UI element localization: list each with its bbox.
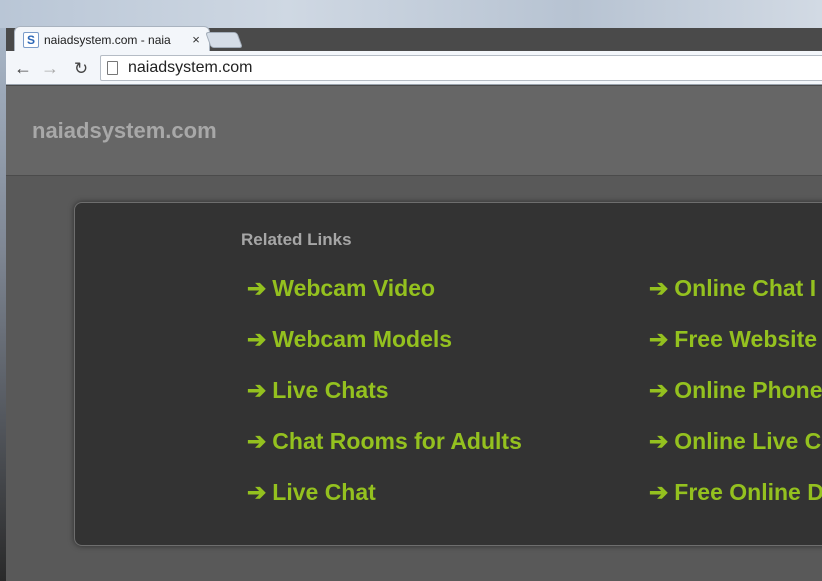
related-link-label[interactable]: Free Website [674, 326, 817, 353]
related-link[interactable]: ➔ Live Chat [247, 479, 522, 530]
new-tab-button[interactable] [205, 32, 243, 48]
related-link-label[interactable]: Live Chat [272, 479, 376, 506]
related-link-label[interactable]: Online Phone [674, 377, 822, 404]
related-link[interactable]: ➔ Free Online D [649, 479, 822, 530]
related-link[interactable]: ➔ Online Live C [649, 428, 822, 479]
site-favicon-icon: S [23, 31, 39, 48]
arrow-right-icon: ➔ [247, 479, 267, 505]
related-link-label[interactable]: Online Live C [674, 428, 821, 455]
arrow-right-icon: ➔ [247, 428, 267, 454]
related-link-label[interactable]: Webcam Models [272, 326, 452, 353]
related-links-title: Related Links [241, 230, 352, 249]
browser-tab[interactable]: S naiadsystem.com - naia × [14, 26, 210, 52]
site-header: naiadsystem.com [6, 86, 822, 176]
related-link[interactable]: ➔ Live Chats [247, 377, 522, 428]
related-links-panel: Related Links ➔ Webcam Video ➔ Webcam Mo… [74, 202, 822, 546]
related-link[interactable]: ➔ Online Chat I [649, 275, 822, 326]
browser-toolbar: ← → ↻ naiadsystem.com [6, 51, 822, 85]
related-link[interactable]: ➔ Webcam Models [247, 326, 522, 377]
related-link[interactable]: ➔ Free Website [649, 326, 822, 377]
arrow-right-icon: ➔ [247, 275, 267, 301]
arrow-right-icon: ➔ [649, 479, 669, 505]
links-column-right: ➔ Online Chat I ➔ Free Website ➔ Online … [649, 275, 822, 530]
arrow-right-icon: ➔ [649, 275, 669, 301]
close-tab-icon[interactable]: × [189, 33, 203, 46]
arrow-right-icon: ➔ [247, 377, 267, 403]
forward-button[interactable]: → [39, 57, 61, 79]
related-link-label[interactable]: Webcam Video [272, 275, 435, 302]
related-link-label[interactable]: Online Chat I [674, 275, 816, 302]
arrow-right-icon: ➔ [649, 428, 669, 454]
page-content: naiadsystem.com Related Links ➔ Webcam V… [6, 86, 822, 581]
related-link[interactable]: ➔ Chat Rooms for Adults [247, 428, 522, 479]
desktop-background [0, 0, 822, 28]
related-link-label[interactable]: Live Chats [272, 377, 388, 404]
related-link[interactable]: ➔ Online Phone [649, 377, 822, 428]
tab-title: naiadsystem.com - naia [44, 32, 171, 47]
back-button[interactable]: ← [12, 57, 34, 79]
related-link-label[interactable]: Chat Rooms for Adults [272, 428, 522, 455]
arrow-right-icon: ➔ [649, 326, 669, 352]
page-icon [107, 61, 118, 75]
arrow-right-icon: ➔ [247, 326, 267, 352]
arrow-right-icon: ➔ [649, 377, 669, 403]
related-link-label[interactable]: Free Online D [674, 479, 822, 506]
address-bar[interactable]: naiadsystem.com [100, 55, 822, 81]
related-link[interactable]: ➔ Webcam Video [247, 275, 522, 326]
links-column-left: ➔ Webcam Video ➔ Webcam Models ➔ Live Ch… [247, 275, 522, 530]
url-text[interactable]: naiadsystem.com [128, 59, 253, 77]
site-name: naiadsystem.com [32, 118, 217, 143]
reload-button[interactable]: ↻ [70, 57, 92, 79]
